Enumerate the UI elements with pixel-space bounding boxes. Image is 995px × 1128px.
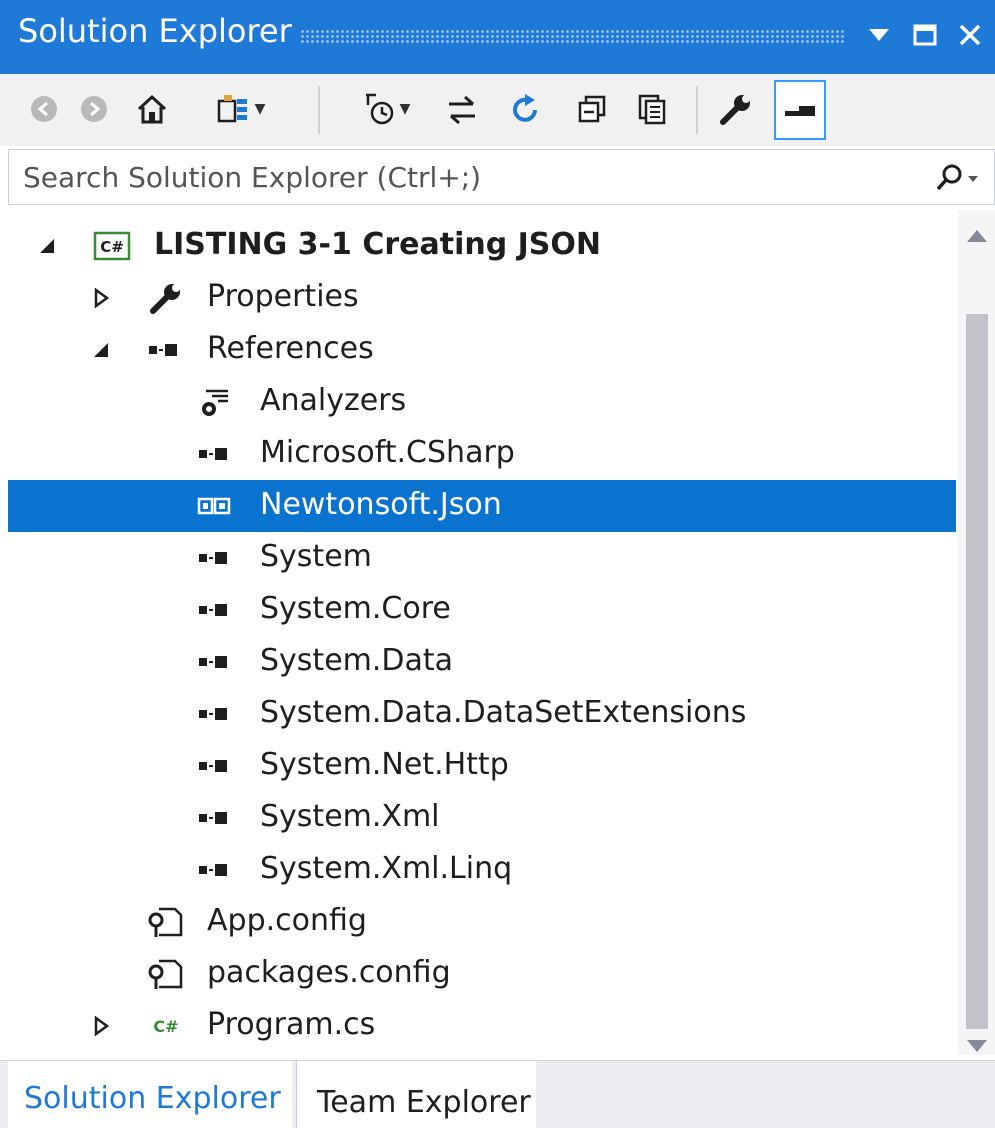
sync-arrows-icon <box>449 95 475 125</box>
collapsed-arrow-icon[interactable] <box>90 1014 112 1038</box>
reference-label: System.Data <box>260 643 454 678</box>
scroll-up-arrow-icon[interactable] <box>967 230 987 242</box>
wrench-icon <box>146 280 186 316</box>
refresh-icon <box>513 94 537 122</box>
tree-item-reference[interactable]: System.Net.Http <box>8 740 956 792</box>
title-bar: Solution Explorer <box>0 0 995 74</box>
tab-team-explorer[interactable]: Team Explorer <box>296 1061 536 1128</box>
tree-item-reference[interactable]: Microsoft.CSharp <box>8 428 956 480</box>
reference-label: Analyzers <box>260 383 407 418</box>
reference-icon <box>196 592 236 628</box>
show-all-files-icon <box>638 94 666 125</box>
svg-text:C#: C# <box>153 1017 178 1036</box>
window-title: Solution Explorer <box>18 12 292 50</box>
project-label: LISTING 3-1 Creating JSON <box>154 227 602 262</box>
clock-filter-icon <box>365 93 393 125</box>
properties-label: Properties <box>207 279 359 314</box>
vertical-scrollbar[interactable] <box>958 210 995 1055</box>
reference-label: System.Xml.Linq <box>260 851 513 886</box>
back-button[interactable] <box>22 84 66 134</box>
switch-views-button[interactable]: ▼ <box>210 84 270 134</box>
wrench-icon <box>720 95 750 125</box>
pending-changes-filter-button[interactable]: ▼ <box>350 84 420 134</box>
show-all-files-button[interactable] <box>630 84 674 134</box>
maximize-icon[interactable] <box>906 10 944 60</box>
sync-with-active-document-button[interactable] <box>440 84 484 134</box>
reference-icon <box>196 488 236 524</box>
scroll-thumb[interactable] <box>966 314 988 1029</box>
solution-tree: C# LISTING 3-1 Creating JSON Properties … <box>8 210 958 1055</box>
preview-icon <box>785 106 815 116</box>
reference-label: System.Data.DataSetExtensions <box>260 695 747 730</box>
toolbar: ▼ ▼ <box>0 74 995 146</box>
home-icon <box>137 94 167 124</box>
analyzers-icon <box>196 384 236 420</box>
toolbar-separator <box>318 86 320 134</box>
solution-explorer-window: Solution Explorer ▼ ▼ Search Solution Ex… <box>0 0 995 1128</box>
close-icon[interactable] <box>950 10 990 60</box>
tree-item-reference[interactable]: System.Xml <box>8 792 956 844</box>
csharp-project-icon: C# <box>92 228 132 264</box>
window-position-dropdown-icon[interactable] <box>860 10 898 60</box>
reference-label: System <box>260 539 372 574</box>
bottom-tab-strip: Solution Explorer Team Explorer <box>0 1060 995 1128</box>
search-box[interactable]: Search Solution Explorer (Ctrl+;) <box>8 149 995 205</box>
reference-label: Newtonsoft.Json <box>260 487 502 522</box>
collapse-all-button[interactable] <box>570 84 614 134</box>
home-button[interactable] <box>130 84 174 134</box>
reference-label: Microsoft.CSharp <box>260 435 515 470</box>
references-label: References <box>207 331 374 366</box>
tree-item-properties[interactable]: Properties <box>8 272 956 324</box>
circle-arrow-right-icon <box>81 96 107 122</box>
reference-icon <box>196 852 236 888</box>
tree-item-reference[interactable]: System.Xml.Linq <box>8 844 956 896</box>
search-icon[interactable] <box>934 162 980 198</box>
toolbar-separator <box>696 86 698 134</box>
collapse-all-icon <box>578 95 606 123</box>
tree-item-analyzers[interactable]: Analyzers <box>8 376 956 428</box>
reference-label: System.Net.Http <box>260 747 509 782</box>
tree-item-references[interactable]: References <box>8 324 956 376</box>
chevron-down-icon: ▼ <box>399 101 411 117</box>
switch-views-icon <box>217 95 247 123</box>
reference-icon <box>196 540 236 576</box>
reference-icon <box>196 748 236 784</box>
file-label: packages.config <box>207 955 451 990</box>
collapsed-arrow-icon[interactable] <box>90 286 112 310</box>
config-file-icon <box>146 904 186 940</box>
tab-solution-explorer[interactable]: Solution Explorer <box>8 1061 292 1128</box>
tree-item-reference[interactable]: System.Data <box>8 636 956 688</box>
refresh-button[interactable] <box>504 84 548 134</box>
file-label: Program.cs <box>207 1007 376 1042</box>
reference-label: System.Core <box>260 591 451 626</box>
reference-label: System.Xml <box>260 799 440 834</box>
tree-item-reference[interactable]: System <box>8 532 956 584</box>
reference-icon <box>196 644 236 680</box>
chevron-down-icon: ▼ <box>254 101 266 117</box>
svg-text:C#: C# <box>100 238 124 256</box>
expanded-arrow-icon[interactable] <box>36 234 58 258</box>
preview-selected-items-button[interactable] <box>774 80 826 140</box>
references-icon <box>146 332 186 368</box>
tree-item-file[interactable]: packages.config <box>8 948 956 1000</box>
tree-item-reference[interactable]: System.Data.DataSetExtensions <box>8 688 956 740</box>
file-label: App.config <box>207 903 367 938</box>
properties-button[interactable] <box>714 84 758 134</box>
forward-button[interactable] <box>72 84 116 134</box>
tree-item-project[interactable]: C# LISTING 3-1 Creating JSON <box>8 220 956 272</box>
tree-item-file[interactable]: App.config <box>8 896 956 948</box>
scroll-down-arrow-icon[interactable] <box>967 1040 987 1052</box>
reference-icon <box>196 800 236 836</box>
tree-item-reference-selected[interactable]: Newtonsoft.Json <box>8 480 956 532</box>
expanded-arrow-icon[interactable] <box>90 338 112 362</box>
config-file-icon <box>146 956 186 992</box>
tree-item-file[interactable]: C# Program.cs <box>8 1000 956 1052</box>
circle-arrow-left-icon <box>31 96 57 122</box>
csharp-file-icon: C# <box>146 1008 186 1044</box>
title-grip[interactable] <box>300 29 845 43</box>
tree-item-reference[interactable]: System.Core <box>8 584 956 636</box>
reference-icon <box>196 696 236 732</box>
search-input[interactable]: Search Solution Explorer (Ctrl+;) <box>23 161 481 194</box>
reference-icon <box>196 436 236 472</box>
